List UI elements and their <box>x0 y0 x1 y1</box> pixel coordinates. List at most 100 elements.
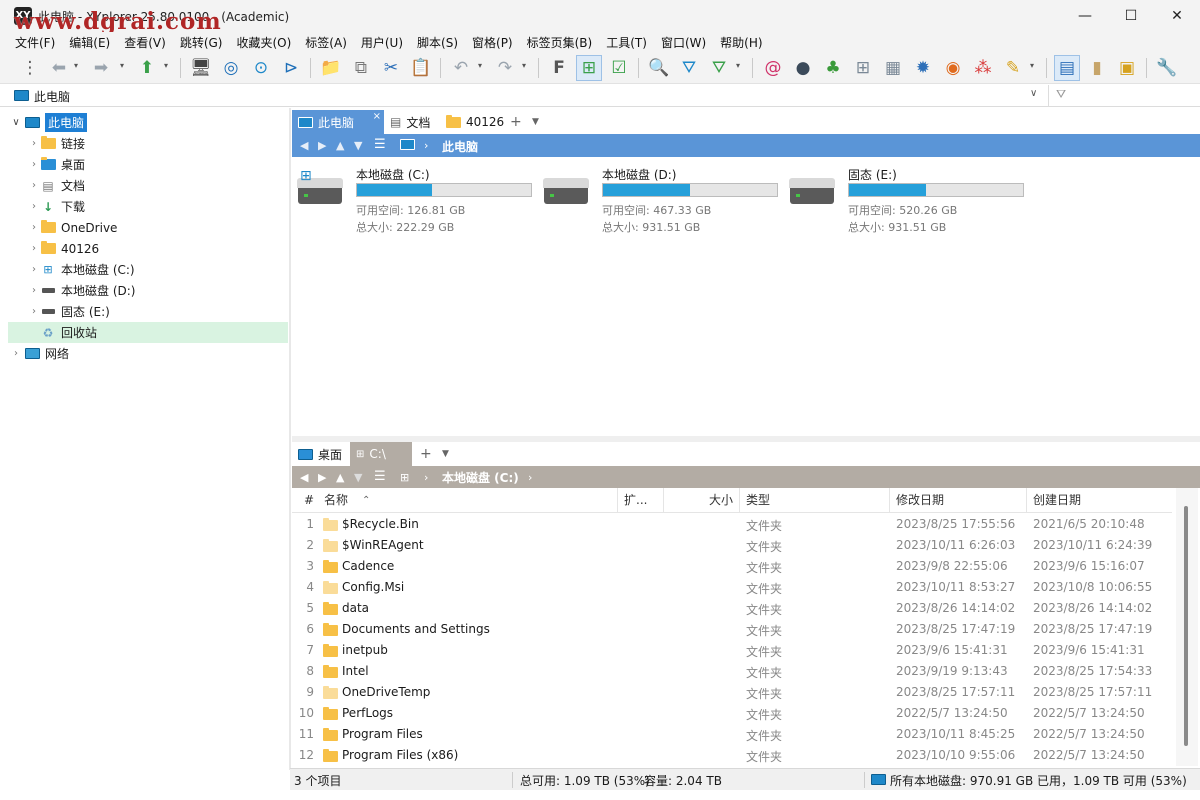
close-button[interactable]: ✕ <box>1154 0 1200 32</box>
drive-e-tile[interactable]: 固态 (E:) 可用空间: 520.26 GB 总大小: 931.51 GB <box>784 162 1024 234</box>
address-text[interactable]: 此电脑 <box>34 88 70 105</box>
search-circle-icon[interactable]: ⊙ <box>248 55 274 81</box>
table-row[interactable]: 3 Cadence 文件夹 2023/9/8 22:55:06 2023/9/6 15:… <box>292 556 1172 577</box>
tree-toggle-icon[interactable]: ⊞ <box>576 55 602 81</box>
address-bar[interactable]: 此电脑 ∨ ⛛ <box>0 85 1200 107</box>
toolbar-handle-icon[interactable]: ⋮ <box>22 55 39 81</box>
menu-view[interactable]: 查看(V) <box>117 34 173 51</box>
close-tab-icon[interactable]: × <box>373 111 381 122</box>
drive-d-tile[interactable]: 本地磁盘 (D:) 可用空间: 467.33 GB 总大小: 931.51 GB <box>538 162 778 234</box>
expand-icon[interactable]: › <box>28 180 40 191</box>
down-icon[interactable]: ▼ <box>354 139 362 152</box>
expand-icon[interactable]: › <box>28 159 40 170</box>
menu-scripting[interactable]: 脚本(S) <box>410 34 465 51</box>
gear-badge-icon[interactable]: ✹ <box>910 55 936 81</box>
column-ext[interactable]: 扩... <box>618 488 664 513</box>
table-row[interactable]: 12 Program Files (x86) 文件夹 2023/10/10 9:55:… <box>292 745 1172 766</box>
expand-icon[interactable]: › <box>8 348 24 359</box>
table-row[interactable]: 1 $Recycle.Bin 文件夹 2023/8/25 17:55:56 2021/6… <box>292 514 1172 535</box>
expand-icon[interactable]: › <box>28 306 40 317</box>
drive-c-tile[interactable]: ⊞ 本地磁盘 (C:) 可用空间: 126.81 GB 总大小: 222.29 … <box>292 162 532 234</box>
copy-icon[interactable]: ⧉ <box>348 55 374 81</box>
pane-splitter[interactable] <box>289 108 291 770</box>
tree-item-network[interactable]: › 网络 <box>8 343 288 364</box>
dual-pane-icon[interactable]: ▤ <box>1054 55 1080 81</box>
redo-icon[interactable]: ↷ <box>492 55 518 81</box>
expand-icon[interactable]: › <box>28 222 40 233</box>
menu-go[interactable]: 跳转(G) <box>173 34 230 51</box>
table-row[interactable]: 8 Intel 文件夹 2023/9/19 9:13:43 2023/8/25 17:5… <box>292 661 1172 682</box>
tree-icon[interactable]: ♣ <box>820 55 846 81</box>
tree-item-drive-e[interactable]: › 固态 (E:) <box>8 301 288 322</box>
list-grid-icon[interactable]: ▦ <box>880 55 906 81</box>
table-row[interactable]: 2 $WinREAgent 文件夹 2023/10/11 6:26:03 2023/10… <box>292 535 1172 556</box>
chevron-right-icon[interactable]: › <box>424 139 428 152</box>
table-row[interactable]: 6 Documents and Settings 文件夹 2023/8/25 17:4… <box>292 619 1172 640</box>
checkbox-icon[interactable]: ☑ <box>606 55 632 81</box>
menu-icon[interactable]: ☰ <box>374 137 386 152</box>
find-icon[interactable]: 🔍 <box>646 55 672 81</box>
menu-tools[interactable]: 工具(T) <box>599 34 654 51</box>
filter-dropdown-icon[interactable]: ▾ <box>736 61 740 70</box>
tree-item-drive-d[interactable]: › 本地磁盘 (D:) <box>8 280 288 301</box>
expand-icon[interactable]: › <box>28 243 40 254</box>
table-row[interactable]: 11 Program Files 文件夹 2023/10/11 8:45:25 2022… <box>292 724 1172 745</box>
redo-dropdown-icon[interactable]: ▾ <box>522 61 526 70</box>
maximize-button[interactable]: ☐ <box>1108 0 1154 32</box>
tab-documents[interactable]: ▤ 文档 <box>384 110 436 134</box>
menu-favorites[interactable]: 收藏夹(O) <box>229 34 298 51</box>
table-row[interactable]: 4 Config.Msi 文件夹 2023/10/11 8:53:27 2023/10/… <box>292 577 1172 598</box>
back-arrow-icon[interactable]: ⬅ <box>46 55 72 81</box>
minimize-button[interactable]: — <box>1062 0 1108 32</box>
chevron-right-icon[interactable]: › <box>424 471 428 484</box>
expand-icon[interactable]: › <box>28 138 40 149</box>
menu-window[interactable]: 窗口(W) <box>654 34 713 51</box>
tree-item-drive-c[interactable]: › ⊞ 本地磁盘 (C:) <box>8 259 288 280</box>
forward-dropdown-icon[interactable]: ▾ <box>120 61 124 70</box>
target-icon[interactable]: ◎ <box>218 55 244 81</box>
table-row[interactable]: 7 inetpub 文件夹 2023/9/6 15:41:31 2023/9/6 15:… <box>292 640 1172 661</box>
forward-icon[interactable]: ▶ <box>318 471 326 484</box>
expand-icon[interactable]: › <box>28 285 40 296</box>
column-type[interactable]: 类型 <box>740 488 890 513</box>
menu-panes[interactable]: 窗格(P) <box>465 34 520 51</box>
spiral-icon[interactable]: @ <box>760 55 786 81</box>
new-folder-icon[interactable]: 📁 <box>318 55 344 81</box>
table-row[interactable]: 10 PerfLogs 文件夹 2022/5/7 13:24:50 2022/5/7 1… <box>292 703 1172 724</box>
cut-icon[interactable]: ✂ <box>378 55 404 81</box>
chevron-right-icon[interactable]: › <box>528 471 532 484</box>
table-row[interactable]: 5 data 文件夹 2023/8/26 14:14:02 2023/8/26 14:1… <box>292 598 1172 619</box>
up-icon[interactable]: ▲ <box>336 471 344 484</box>
menu-edit[interactable]: 编辑(E) <box>62 34 117 51</box>
expand-icon[interactable]: › <box>28 264 40 275</box>
undo-icon[interactable]: ↶ <box>448 55 474 81</box>
tree-item-this-pc[interactable]: ∨ 此电脑 <box>8 112 288 133</box>
menu-tabsets[interactable]: 标签页集(B) <box>520 34 600 51</box>
menu-tags[interactable]: 标签(A) <box>298 34 354 51</box>
vertical-scrollbar[interactable] <box>1176 488 1198 766</box>
desktop-icon[interactable]: 🖥 <box>188 55 214 81</box>
table-row[interactable]: 9 OneDriveTemp 文件夹 2023/8/25 17:57:11 2023/8… <box>292 682 1172 703</box>
tab-list-icon[interactable]: ▼ <box>436 442 455 466</box>
breadcrumb[interactable]: 此电脑 <box>442 138 478 155</box>
tree-item-desktop[interactable]: › 桌面 <box>8 154 288 175</box>
collapse-icon[interactable]: ∨ <box>8 117 24 128</box>
tab-list-icon[interactable]: ▼ <box>526 110 545 134</box>
tree-item-downloads[interactable]: › ↓ 下载 <box>8 196 288 217</box>
filter-icon[interactable]: ⛛ <box>676 55 702 81</box>
live-filter-icon[interactable]: ⛛ <box>1056 87 1066 102</box>
up-arrow-icon[interactable]: ⬆ <box>134 55 160 81</box>
square-icon[interactable]: ▣ <box>1114 55 1140 81</box>
tab-c-drive[interactable]: ⊞ C:\ <box>350 442 412 466</box>
back-icon[interactable]: ◀ <box>300 139 308 152</box>
tab-this-pc[interactable]: 此电脑 × <box>292 110 384 134</box>
tree-item-documents[interactable]: › ▤ 文档 <box>8 175 288 196</box>
flat-view-icon[interactable]: F <box>546 55 572 81</box>
scrollbar-thumb[interactable] <box>1184 506 1188 746</box>
tree-item-recycle-bin[interactable]: ♻ 回收站 <box>8 322 288 343</box>
new-tab-icon[interactable]: + <box>504 110 528 134</box>
breadcrumb[interactable]: 本地磁盘 (C:) <box>442 469 519 486</box>
tab-desktop[interactable]: 桌面 <box>292 442 348 466</box>
menu-help[interactable]: 帮助(H) <box>713 34 769 51</box>
up-dropdown-icon[interactable]: ▾ <box>164 61 168 70</box>
